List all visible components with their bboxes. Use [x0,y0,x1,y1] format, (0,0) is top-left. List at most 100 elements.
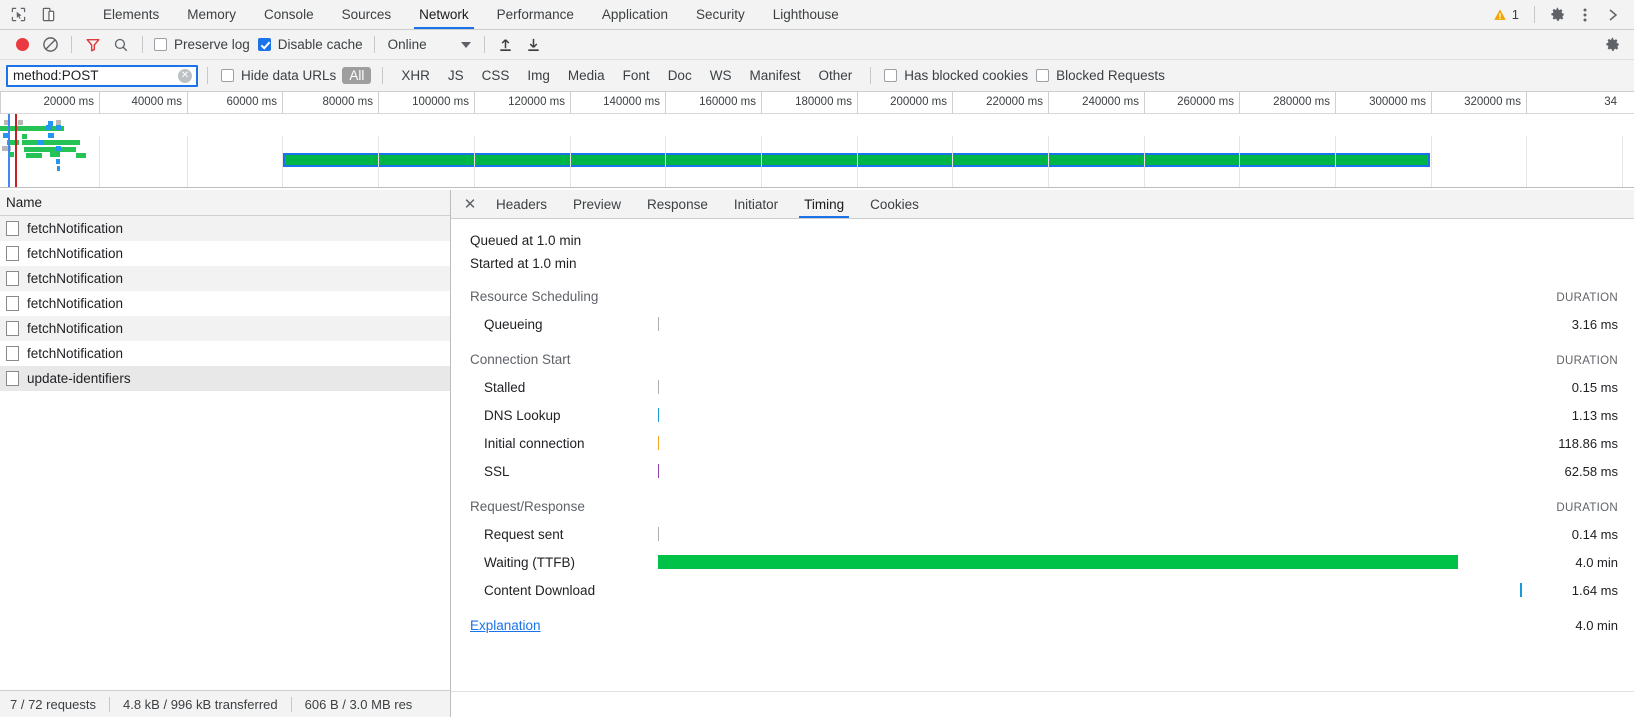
type-chip-manifest[interactable]: Manifest [742,67,807,84]
request-row[interactable]: update-identifiers [0,366,450,391]
tab-label: Lighthouse [772,7,839,22]
request-name: fetchNotification [27,220,124,236]
search-icon[interactable] [107,32,135,58]
request-row[interactable]: fetchNotification [0,341,450,366]
explanation-link[interactable]: Explanation [470,618,541,633]
close-chevron-icon[interactable] [1600,2,1626,28]
type-chip-media[interactable]: Media [561,67,612,84]
close-icon[interactable]: ✕ [457,190,483,218]
blocked-requests-checkbox[interactable]: Blocked Requests [1032,68,1169,83]
type-chip-other[interactable]: Other [811,67,859,84]
type-chip-img[interactable]: Img [520,67,557,84]
tab-application[interactable]: Application [588,0,682,29]
tab-network[interactable]: Network [405,0,483,29]
domcontentloaded-marker [8,114,10,187]
type-chip-font[interactable]: Font [616,67,657,84]
overview-request-bar [76,153,86,158]
import-har-icon[interactable] [492,32,520,58]
record-button-icon[interactable] [8,32,36,58]
gear-icon[interactable] [1544,2,1570,28]
timing-row-label: Waiting (TTFB) [484,554,575,570]
tabbar-right-icons: 1 [1487,0,1634,29]
timing-row: Queueing 3.16 ms [451,310,1634,338]
timing-row-bar [658,317,659,331]
disable-cache-checkbox[interactable]: Disable cache [254,37,367,52]
warning-count-badge[interactable]: 1 [1487,7,1525,22]
timing-row: Stalled 0.15 ms [451,373,1634,401]
detail-tab-preview[interactable]: Preview [560,190,634,218]
network-settings-gear-icon[interactable] [1598,32,1626,58]
request-row[interactable]: fetchNotification [0,241,450,266]
timeline-gridline [570,136,571,187]
tab-elements[interactable]: Elements [89,0,173,29]
devtools-tabbar: Elements Memory Console Sources Network … [0,0,1634,30]
filter-input[interactable] [8,66,196,85]
document-file-icon [6,320,19,336]
overview-request-bar [56,125,61,130]
request-row[interactable]: fetchNotification [0,266,450,291]
device-toolbar-icon[interactable] [38,5,58,25]
type-chip-doc[interactable]: Doc [661,67,699,84]
timing-row-label: Stalled [484,379,526,395]
export-har-icon[interactable] [520,32,548,58]
tab-console[interactable]: Console [250,0,328,29]
network-overview[interactable]: 20000 ms 40000 ms 60000 ms 80000 ms 100000 m… [0,92,1634,188]
request-row[interactable]: fetchNotification [0,216,450,241]
detail-tab-label: Preview [573,196,622,212]
preserve-log-checkbox[interactable]: Preserve log [150,37,254,52]
type-chip-label: JS [447,68,464,83]
timeline-tick: 100000 ms [378,92,474,114]
type-chip-js[interactable]: JS [441,67,471,84]
tab-label: Memory [187,7,237,22]
detail-tab-initiator[interactable]: Initiator [721,190,791,218]
type-chip-all[interactable]: All [342,67,372,84]
timing-groups: Resource Scheduling DURATION Queueing 3.16 … [451,275,1634,604]
hide-data-urls-checkbox[interactable]: Hide data URLs [217,68,340,83]
duration-column-header: DURATION [1556,355,1618,367]
type-chip-label: Manifest [749,68,801,83]
throttling-value: Online [387,37,427,52]
filter-funnel-icon[interactable] [79,32,107,58]
overview-request-bar [18,120,23,125]
clear-network-log-icon[interactable] [36,32,64,58]
inspect-element-icon[interactable] [8,5,28,25]
detail-tab-timing[interactable]: Timing [791,190,857,218]
document-file-icon [6,345,19,361]
has-blocked-cookies-checkbox[interactable]: Has blocked cookies [880,68,1032,83]
tab-lighthouse[interactable]: Lighthouse [759,0,853,29]
throttling-select[interactable]: Online [382,37,477,52]
devtools-window: Elements Memory Console Sources Network … [0,0,1634,717]
tab-performance[interactable]: Performance [483,0,588,29]
type-chip-xhr[interactable]: XHR [394,67,437,84]
request-name: update-identifiers [27,370,131,386]
type-chip-ws[interactable]: WS [703,67,739,84]
detail-tab-headers[interactable]: Headers [483,190,560,218]
tab-label: Security [695,7,745,22]
timeline-gridline [1622,136,1623,187]
timeline-gridline [187,136,188,187]
detail-tab-cookies[interactable]: Cookies [857,190,932,218]
type-chip-label: Other [818,68,853,83]
request-list-header[interactable]: Name [0,190,450,216]
timing-row-duration: 3.16 ms [1571,316,1618,332]
kebab-menu-icon[interactable] [1572,2,1598,28]
clear-input-icon[interactable]: ✕ [178,68,192,83]
timeline-tick: 280000 ms [1239,92,1335,114]
tab-label: Performance [496,7,574,22]
status-transferred: 4.8 kB / 996 kB transferred [123,696,278,712]
request-row[interactable]: fetchNotification [0,291,450,316]
detail-tab-response[interactable]: Response [634,190,721,218]
type-chip-label: Font [622,68,650,83]
timeline-gridline [99,136,100,187]
tab-sources[interactable]: Sources [328,0,406,29]
tab-security[interactable]: Security [682,0,759,29]
request-row[interactable]: fetchNotification [0,316,450,341]
type-chip-css[interactable]: CSS [475,67,517,84]
timing-total: 4.0 min [1575,618,1618,633]
timeline-gridline [1335,136,1336,187]
overview-body [0,114,1634,187]
timeline-tick: 34 [1526,92,1622,114]
tab-memory[interactable]: Memory [173,0,250,29]
timeline-gridline [474,136,475,187]
timing-row-bar [658,436,659,450]
